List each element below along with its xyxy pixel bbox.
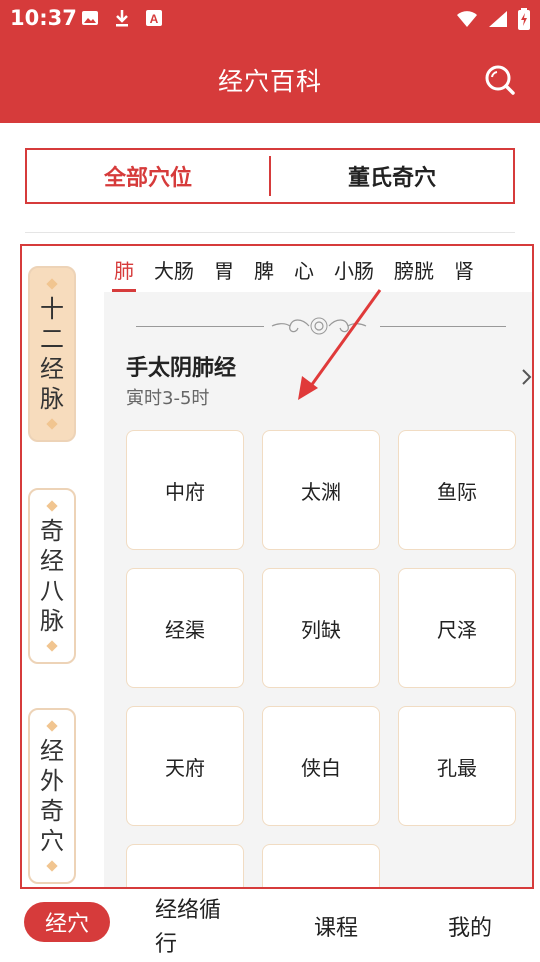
diamond-ornament (46, 640, 58, 652)
side-category-char: 脉 (40, 385, 64, 413)
tab-meridian-stomach[interactable]: 胃 (204, 246, 244, 292)
tab-meridian-lung[interactable]: 肺 (104, 246, 144, 292)
acupoint-card[interactable]: 孔最 (398, 706, 516, 826)
side-category-char: 经 (40, 547, 64, 575)
a-badge-icon: A (144, 8, 164, 28)
diamond-ornament (46, 720, 58, 732)
nav-item-acupoints[interactable]: 经穴 (24, 902, 110, 942)
signal-icon (488, 10, 508, 32)
side-category-char: 奇 (40, 517, 64, 545)
status-icons-left: A (80, 8, 164, 28)
segment-tabs: 全部穴位 董氏奇穴 (25, 148, 515, 204)
meridian-tabs: 肺 大肠 胃 脾 心 小肠 膀胱 肾 (104, 246, 532, 292)
meridian-title: 手太阴肺经 (126, 356, 237, 381)
acupoint-card[interactable]: 尺泽 (398, 568, 516, 688)
acupoint-card[interactable]: 鱼际 (398, 430, 516, 550)
status-icons-right (456, 8, 530, 34)
status-bar: 10:37 A (0, 0, 540, 38)
acupoint-card[interactable]: 天府 (126, 706, 244, 826)
meridian-panel: 手太阴肺经 寅时3-5时 中府 太渊 鱼际 经渠 列缺 尺泽 天府 侠白 孔最 (104, 292, 534, 887)
nav-item-meridian-flow[interactable]: 经络循 行 (155, 894, 221, 962)
meridian-time: 寅时3-5时 (126, 388, 210, 409)
tab-meridian-spleen[interactable]: 脾 (244, 246, 284, 292)
bottom-nav: 经穴 经络循 行 课程 我的 (0, 892, 540, 960)
image-icon (80, 8, 100, 28)
side-category-char: 十 (40, 295, 64, 323)
chevron-right-icon[interactable] (518, 366, 534, 388)
status-time: 10:37 (10, 6, 77, 30)
content-area: 十 二 经 脉 奇 经 八 脉 经 外 奇 穴 肺 大肠 胃 脾 心 小肠 膀胱… (20, 244, 534, 889)
diamond-ornament (46, 860, 58, 872)
side-category-char: 八 (40, 577, 64, 605)
search-icon (485, 65, 515, 95)
side-category-char: 外 (40, 767, 64, 795)
acupoint-card[interactable]: 中府 (126, 430, 244, 550)
diamond-ornament (46, 278, 58, 290)
tab-meridian-bladder[interactable]: 膀胱 (384, 246, 444, 292)
acupoint-card[interactable] (126, 844, 244, 887)
side-category-char: 二 (40, 325, 64, 353)
cloud-ornament-icon (271, 317, 367, 335)
side-category-char: 脉 (40, 607, 64, 635)
nav-item-profile[interactable]: 我的 (448, 910, 492, 942)
tab-all-points[interactable]: 全部穴位 (27, 150, 269, 202)
side-category-char: 奇 (40, 797, 64, 825)
nav-item-label: 经络循 (155, 898, 222, 923)
tab-meridian-large-intestine[interactable]: 大肠 (144, 246, 204, 292)
side-category-char: 穴 (40, 827, 64, 855)
side-category-eight-extra-meridians[interactable]: 奇 经 八 脉 (28, 488, 76, 664)
side-category-extra-points[interactable]: 经 外 奇 穴 (28, 708, 76, 884)
acupoint-card[interactable]: 经渠 (126, 568, 244, 688)
ornament-line-right (380, 326, 506, 327)
acupoint-card[interactable]: 侠白 (262, 706, 380, 826)
ornament-line-left (136, 326, 264, 327)
nav-item-courses[interactable]: 课程 (314, 910, 358, 942)
side-category-char: 经 (40, 737, 64, 765)
diamond-ornament (46, 500, 58, 512)
tab-meridian-small-intestine[interactable]: 小肠 (324, 246, 384, 292)
battery-charging-icon (518, 8, 530, 34)
acupoint-card[interactable]: 太渊 (262, 430, 380, 550)
acupoint-grid: 中府 太渊 鱼际 经渠 列缺 尺泽 天府 侠白 孔最 (126, 430, 516, 887)
tab-meridian-heart[interactable]: 心 (284, 246, 324, 292)
tab-meridian-kidney[interactable]: 肾 (444, 246, 484, 292)
divider (25, 232, 515, 233)
nav-item-label: 行 (155, 932, 178, 957)
side-category-char: 经 (40, 355, 64, 383)
side-category-twelve-meridians[interactable]: 十 二 经 脉 (28, 266, 76, 442)
search-button[interactable] (482, 62, 518, 98)
download-icon (112, 8, 132, 28)
acupoint-card[interactable]: 列缺 (262, 568, 380, 688)
acupoint-card[interactable] (262, 844, 380, 887)
app-header: 经穴百科 (0, 38, 540, 123)
page-title: 经穴百科 (217, 67, 322, 96)
wifi-icon (456, 10, 478, 32)
svg-text:A: A (150, 12, 159, 26)
tab-dong-points[interactable]: 董氏奇穴 (271, 150, 513, 202)
diamond-ornament (46, 418, 58, 430)
